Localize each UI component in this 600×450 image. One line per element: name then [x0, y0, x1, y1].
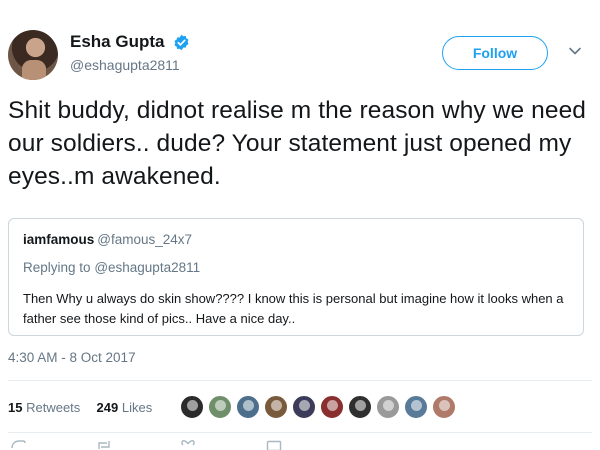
likes-label: Likes — [121, 400, 153, 415]
chevron-down-icon[interactable] — [568, 44, 582, 58]
quoted-text: Then Why u always do skin show???? I kno… — [23, 291, 564, 326]
liker-avatar[interactable] — [404, 395, 428, 419]
author-handle[interactable]: @eshagupta2811 — [70, 57, 190, 73]
liker-avatar[interactable] — [432, 395, 456, 419]
quoted-author: iamfamous @famous_24x7 — [23, 232, 192, 247]
liker-avatar[interactable] — [208, 395, 232, 419]
tweet-stats: 15 Retweets 249 Likes — [8, 400, 152, 415]
heart-icon[interactable] — [180, 440, 196, 450]
verified-badge-icon — [174, 34, 189, 50]
author-name-block: Esha Gupta @eshagupta2811 — [70, 32, 190, 73]
likes-stat[interactable]: 249 Likes — [97, 400, 153, 415]
quoted-tweet-card[interactable]: iamfamous @famous_24x7 Replying to @eshag… — [8, 218, 584, 336]
reply-icon[interactable] — [10, 440, 26, 450]
retweets-count: 15 — [8, 400, 23, 415]
author-avatar[interactable] — [8, 30, 58, 80]
liker-avatar[interactable] — [376, 395, 400, 419]
replying-to-handle[interactable]: @eshagupta2811 — [94, 260, 200, 275]
quoted-display-name: iamfamous — [23, 232, 95, 247]
message-icon[interactable] — [266, 440, 282, 450]
liker-avatar[interactable] — [320, 395, 344, 419]
follow-button[interactable]: Follow — [442, 36, 548, 70]
retweets-stat[interactable]: 15 Retweets — [8, 400, 80, 415]
liker-avatar[interactable] — [264, 395, 288, 419]
liker-avatars — [180, 395, 460, 421]
likes-count: 249 — [96, 400, 119, 415]
quoted-handle: @famous_24x7 — [97, 232, 193, 247]
liker-avatar[interactable] — [348, 395, 372, 419]
tweet-timestamp[interactable]: 4:30 AM - 8 Oct 2017 — [8, 350, 136, 365]
tweet-header: Esha Gupta @eshagupta2811 Follow — [8, 24, 592, 84]
liker-avatar[interactable] — [292, 395, 316, 419]
quoted-replying-to: Replying to @eshagupta2811 — [23, 260, 200, 275]
divider — [8, 432, 592, 433]
tweet-text: Shit buddy, didnot realise m the reason … — [8, 97, 587, 190]
retweets-label: Retweets — [26, 400, 81, 415]
divider — [8, 380, 592, 381]
replying-prefix: Replying to — [23, 260, 91, 275]
retweet-icon[interactable] — [96, 440, 112, 450]
liker-avatar[interactable] — [180, 395, 204, 419]
tweet-actions — [8, 440, 592, 450]
liker-avatar[interactable] — [236, 395, 260, 419]
author-display-name[interactable]: Esha Gupta — [70, 32, 164, 52]
